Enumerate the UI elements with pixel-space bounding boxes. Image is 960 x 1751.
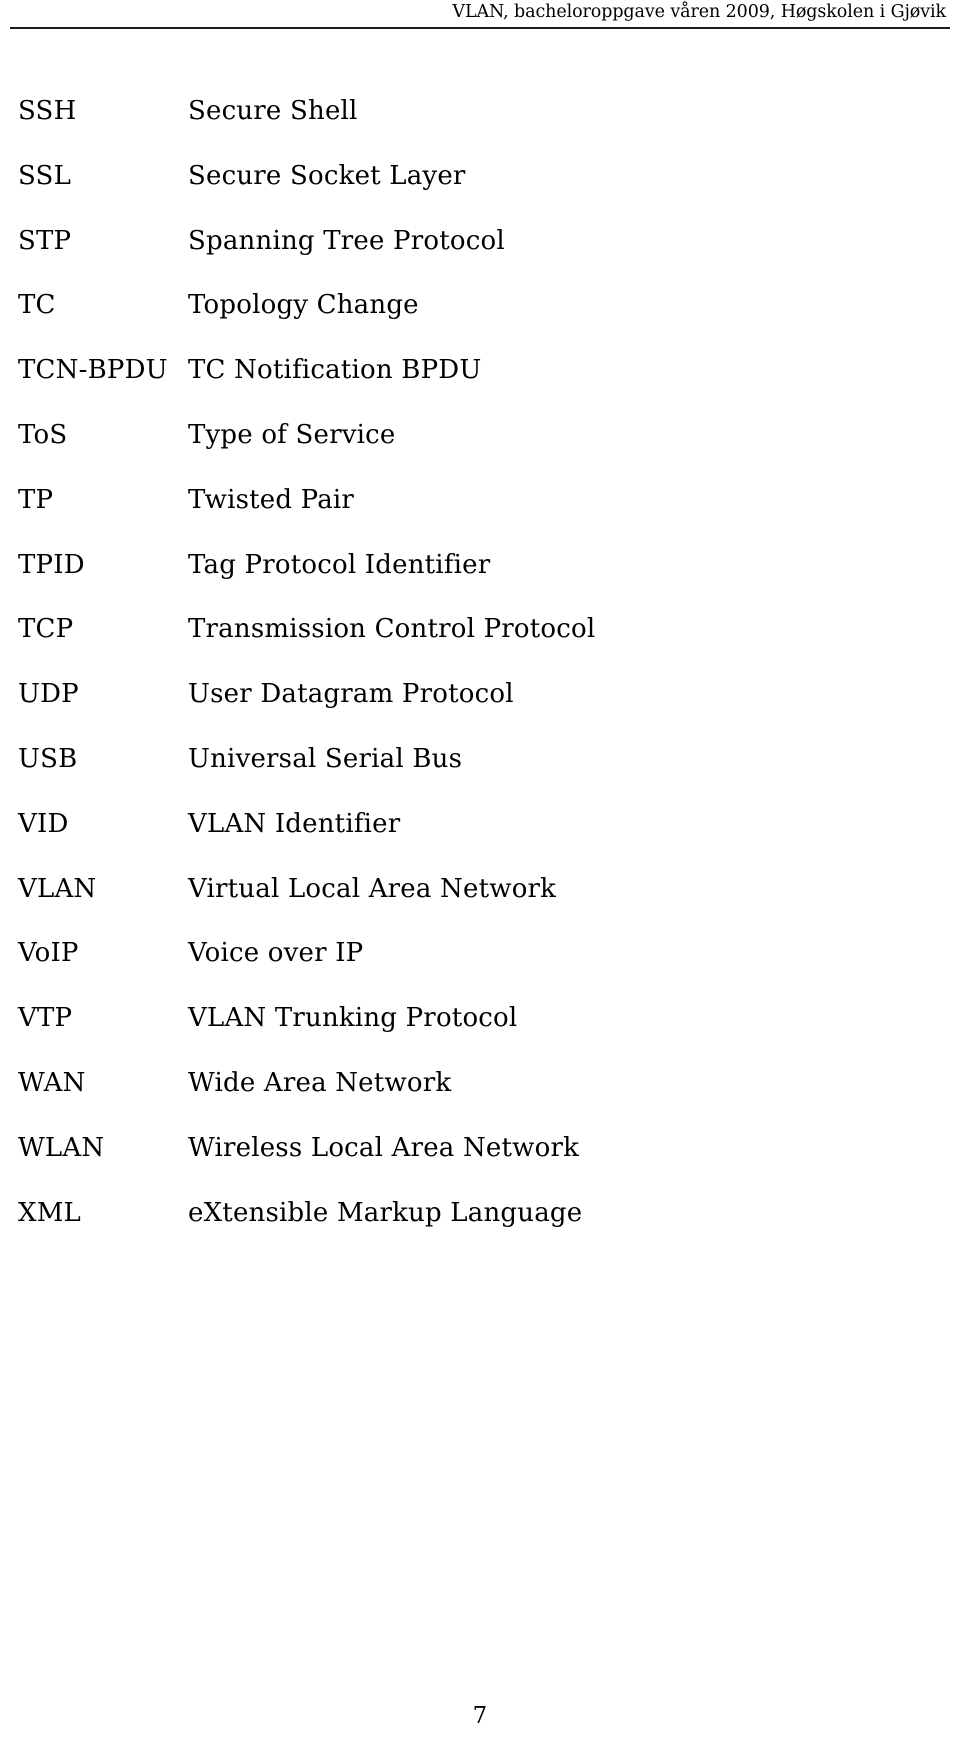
abbreviation-row: VLAN Virtual Local Area Network bbox=[0, 874, 960, 939]
abbreviation-term: USB bbox=[18, 743, 78, 774]
abbreviation-list: SSH Secure Shell SSL Secure Socket Layer STP… bbox=[0, 96, 960, 1262]
abbreviation-definition: Spanning Tree Protocol bbox=[188, 225, 505, 256]
abbreviations-section: SSH Secure Shell SSL Secure Socket Layer STP… bbox=[0, 96, 960, 1262]
abbreviation-definition: VLAN Identifier bbox=[188, 808, 401, 839]
abbreviation-definition: Topology Change bbox=[188, 290, 419, 321]
abbreviation-row: TCN-BPDU TC Notification BPDU bbox=[0, 355, 960, 420]
abbreviation-term: TCP bbox=[18, 614, 74, 645]
abbreviation-definition: Twisted Pair bbox=[188, 484, 355, 515]
page-number: 7 bbox=[472, 1703, 488, 1729]
abbreviation-row: UDP User Datagram Protocol bbox=[0, 679, 960, 744]
abbreviation-row: TCP Transmission Control Protocol bbox=[0, 614, 960, 679]
abbreviation-definition: Virtual Local Area Network bbox=[188, 873, 557, 904]
abbreviation-term: TCN-BPDU bbox=[18, 355, 168, 386]
abbreviation-row: SSL Secure Socket Layer bbox=[0, 161, 960, 226]
abbreviation-row: STP Spanning Tree Protocol bbox=[0, 226, 960, 291]
abbreviation-definition: Secure Shell bbox=[188, 96, 358, 126]
abbreviation-row: VTP VLAN Trunking Protocol bbox=[0, 1003, 960, 1068]
abbreviation-definition: Voice over IP bbox=[188, 938, 364, 969]
abbreviation-term: SSH bbox=[18, 96, 77, 126]
abbreviation-term: TP bbox=[18, 484, 54, 515]
abbreviation-definition: TC Notification BPDU bbox=[188, 355, 482, 386]
abbreviation-term: UDP bbox=[18, 679, 79, 710]
abbreviation-row: TPID Tag Protocol Identifier bbox=[0, 550, 960, 615]
abbreviation-row: WLAN Wireless Local Area Network bbox=[0, 1133, 960, 1198]
abbreviation-definition: User Datagram Protocol bbox=[188, 679, 514, 710]
abbreviation-term: ToS bbox=[18, 419, 68, 450]
abbreviation-term: STP bbox=[18, 225, 72, 256]
abbreviation-definition: VLAN Trunking Protocol bbox=[188, 1003, 518, 1034]
abbreviation-row: SSH Secure Shell bbox=[0, 96, 960, 161]
abbreviation-term: TPID bbox=[18, 549, 85, 580]
abbreviation-term: VTP bbox=[18, 1003, 73, 1034]
abbreviation-row: TC Topology Change bbox=[0, 290, 960, 355]
abbreviation-row: TP Twisted Pair bbox=[0, 485, 960, 550]
header-divider bbox=[10, 27, 950, 29]
abbreviation-term: VoIP bbox=[18, 938, 79, 969]
abbreviation-term: VID bbox=[18, 808, 69, 839]
abbreviation-row: VoIP Voice over IP bbox=[0, 938, 960, 1003]
abbreviation-definition: Tag Protocol Identifier bbox=[188, 549, 491, 580]
abbreviation-definition: Wireless Local Area Network bbox=[188, 1132, 580, 1163]
abbreviation-term: WLAN bbox=[18, 1132, 105, 1163]
abbreviation-row: VID VLAN Identifier bbox=[0, 809, 960, 874]
running-header-title: VLAN, bacheloroppgave våren 2009, Høgsko… bbox=[452, 2, 946, 22]
abbreviation-row: XML eXtensible Markup Language bbox=[0, 1198, 960, 1263]
abbreviation-definition: Type of Service bbox=[188, 419, 396, 450]
page-header: VLAN, bacheloroppgave våren 2009, Høgsko… bbox=[0, 0, 960, 30]
abbreviation-definition: Transmission Control Protocol bbox=[188, 614, 596, 645]
abbreviation-row: WAN Wide Area Network bbox=[0, 1068, 960, 1133]
abbreviation-term: VLAN bbox=[18, 873, 97, 904]
abbreviation-definition: Universal Serial Bus bbox=[188, 743, 463, 774]
page-footer: 7 bbox=[0, 1703, 960, 1729]
abbreviation-term: TC bbox=[18, 290, 56, 321]
abbreviation-term: XML bbox=[18, 1197, 81, 1228]
abbreviation-definition: eXtensible Markup Language bbox=[188, 1197, 583, 1228]
abbreviation-row: ToS Type of Service bbox=[0, 420, 960, 485]
abbreviation-definition: Secure Socket Layer bbox=[188, 160, 466, 191]
abbreviation-term: WAN bbox=[18, 1067, 86, 1098]
abbreviation-row: USB Universal Serial Bus bbox=[0, 744, 960, 809]
abbreviation-term: SSL bbox=[18, 160, 72, 191]
abbreviation-definition: Wide Area Network bbox=[188, 1067, 452, 1098]
